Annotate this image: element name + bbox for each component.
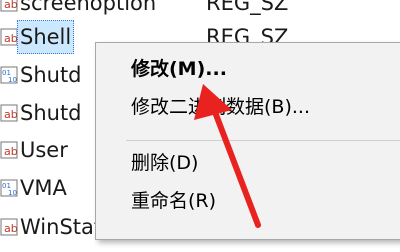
annotation-arrow: [194, 84, 261, 228]
